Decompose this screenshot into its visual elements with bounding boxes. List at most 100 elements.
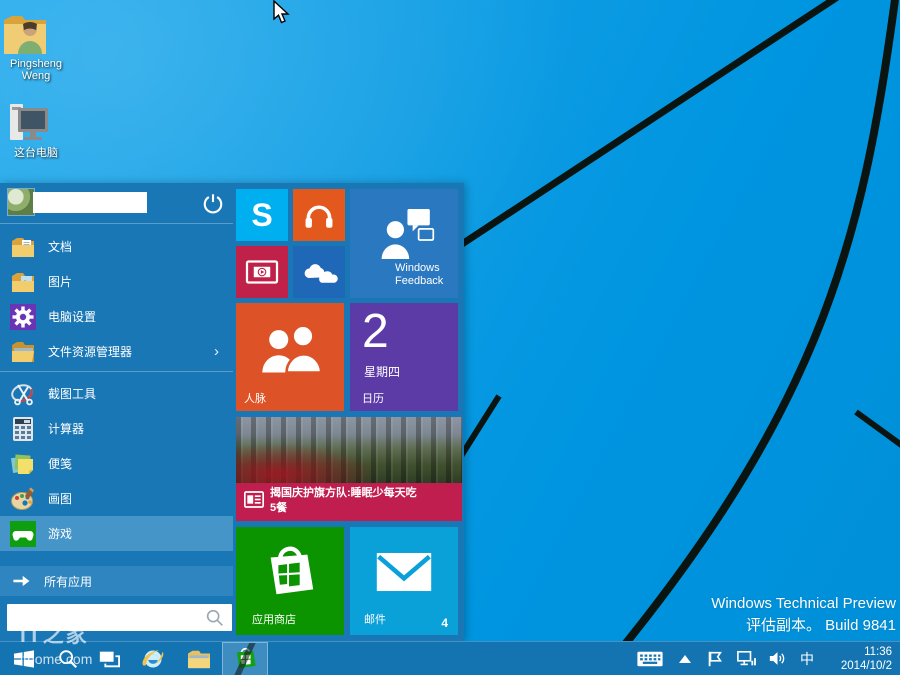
ime-indicator[interactable]: 中	[792, 642, 822, 675]
tile-mail[interactable]: 邮件 4	[350, 527, 458, 635]
user-avatar[interactable]	[8, 189, 34, 215]
item-label: 画图	[48, 490, 72, 507]
all-apps-arrow-icon	[10, 570, 32, 592]
pictures-folder-icon	[10, 269, 36, 295]
speaker-icon	[768, 650, 787, 667]
item-label: 电脑设置	[48, 308, 96, 325]
tray-time: 11:36	[832, 645, 892, 659]
calculator-icon	[10, 416, 36, 442]
feedback-icon	[373, 205, 435, 263]
tile-skype[interactable]: S	[236, 189, 288, 241]
games-icon	[10, 521, 36, 547]
watermark-slash	[223, 643, 267, 675]
network-button[interactable]	[730, 642, 762, 675]
start-menu-item-calculator[interactable]: 计算器	[0, 411, 233, 446]
task-view-icon	[97, 648, 121, 670]
keyboard-icon	[636, 650, 664, 668]
start-menu-item-paint[interactable]: 画图	[0, 481, 233, 516]
search-icon[interactable]	[204, 607, 226, 629]
tile-video[interactable]	[236, 246, 288, 298]
news-icon	[244, 491, 264, 508]
sticky-notes-icon	[10, 451, 36, 477]
volume-button[interactable]	[762, 642, 792, 675]
file-explorer-icon	[186, 648, 212, 670]
power-icon	[202, 192, 224, 214]
tile-people[interactable]: 人脉	[236, 303, 344, 411]
start-menu-item-documents[interactable]: 文档	[0, 229, 233, 264]
taskbar: 中 11:36 2014/10/2	[0, 641, 900, 675]
tile-news[interactable]: 揭国庆护旗方队:睡眠少每天吃 5餐	[236, 417, 462, 521]
people-icon	[255, 324, 325, 376]
network-icon	[736, 650, 756, 668]
all-apps-button[interactable]: 所有应用	[0, 566, 233, 596]
user-name-field[interactable]	[33, 192, 147, 213]
calendar-weekday: 星期四	[364, 363, 400, 380]
power-button[interactable]	[200, 190, 226, 216]
mail-badge: 4	[441, 616, 448, 630]
onedrive-clouds-icon	[300, 258, 338, 286]
tile-label: Windows Feedback	[395, 262, 443, 288]
taskbar-search-button[interactable]	[48, 642, 88, 675]
tile-label: 人脉	[244, 390, 266, 406]
all-apps-label: 所有应用	[44, 573, 92, 590]
separator	[0, 371, 233, 372]
this-pc-icon	[0, 100, 72, 144]
start-menu-item-pc-settings[interactable]: 电脑设置	[0, 299, 233, 334]
news-headline: 揭国庆护旗方队:睡眠少每天吃 5餐	[270, 483, 417, 516]
news-banner: 揭国庆护旗方队:睡眠少每天吃 5餐	[236, 483, 462, 521]
file-explorer-icon	[10, 339, 36, 365]
tray-date: 2014/10/2	[832, 659, 892, 673]
item-label: 便笺	[48, 455, 72, 472]
show-hidden-icons-button[interactable]	[670, 642, 700, 675]
desktop: Pingsheng Weng 这台电脑 Windows Technical Pr…	[0, 0, 900, 675]
internet-explorer-icon	[140, 646, 166, 672]
start-menu-item-sticky-notes[interactable]: 便笺	[0, 446, 233, 481]
video-icon	[244, 257, 280, 287]
desktop-icon-label: Pingsheng	[0, 58, 72, 70]
tile-onedrive[interactable]	[293, 246, 345, 298]
start-menu-item-pictures[interactable]: 图片	[0, 264, 233, 299]
action-center-button[interactable]	[700, 642, 730, 675]
tile-music[interactable]	[293, 189, 345, 241]
chevron-up-icon	[679, 655, 691, 663]
system-tray: 中 11:36 2014/10/2	[630, 642, 900, 675]
start-menu-item-snipping-tool[interactable]: 截图工具	[0, 376, 233, 411]
tile-calendar[interactable]: 2 星期四 日历	[350, 303, 458, 411]
calendar-day: 2	[362, 303, 389, 361]
tile-windows-feedback[interactable]: Windows Feedback	[350, 189, 458, 298]
search-box	[7, 604, 232, 631]
tile-label: 应用商店	[252, 611, 296, 627]
tile-label: 日历	[362, 390, 384, 406]
item-label: 文档	[48, 238, 72, 255]
store-button-active[interactable]	[222, 642, 268, 675]
start-menu-header	[0, 183, 233, 223]
search-icon	[57, 648, 79, 670]
start-menu-item-games[interactable]: 游戏	[0, 516, 233, 551]
documents-folder-icon	[10, 234, 36, 260]
headphones-icon	[302, 198, 336, 232]
snipping-tool-icon	[10, 381, 36, 407]
internet-explorer-button[interactable]	[130, 642, 176, 675]
item-label: 图片	[48, 273, 72, 290]
item-label: 截图工具	[48, 385, 96, 402]
tile-label: 邮件	[364, 611, 386, 627]
chevron-right-icon[interactable]: ›	[214, 343, 219, 360]
desktop-icon-label: 这台电脑	[0, 144, 72, 160]
tile-store[interactable]: 应用商店	[236, 527, 344, 635]
item-label: 文件资源管理器	[48, 343, 132, 360]
file-explorer-button[interactable]	[176, 642, 222, 675]
desktop-icon-this-pc[interactable]: 这台电脑	[0, 100, 72, 160]
start-menu: 文档 图片	[0, 183, 464, 641]
separator	[0, 223, 233, 224]
clock[interactable]: 11:36 2014/10/2	[832, 645, 892, 673]
build-watermark: Windows Technical Preview 评估副本。 Build 98…	[711, 593, 896, 637]
desktop-icon-user-folder[interactable]: Pingsheng Weng	[0, 12, 72, 82]
search-input[interactable]	[7, 611, 204, 625]
task-view-button[interactable]	[88, 642, 130, 675]
touch-keyboard-button[interactable]	[630, 642, 670, 675]
mail-envelope-icon	[375, 551, 433, 593]
start-menu-item-file-explorer[interactable]: 文件资源管理器 ›	[0, 334, 233, 369]
start-button[interactable]	[0, 642, 48, 675]
paint-icon	[10, 486, 36, 512]
store-bag-icon	[259, 542, 321, 602]
